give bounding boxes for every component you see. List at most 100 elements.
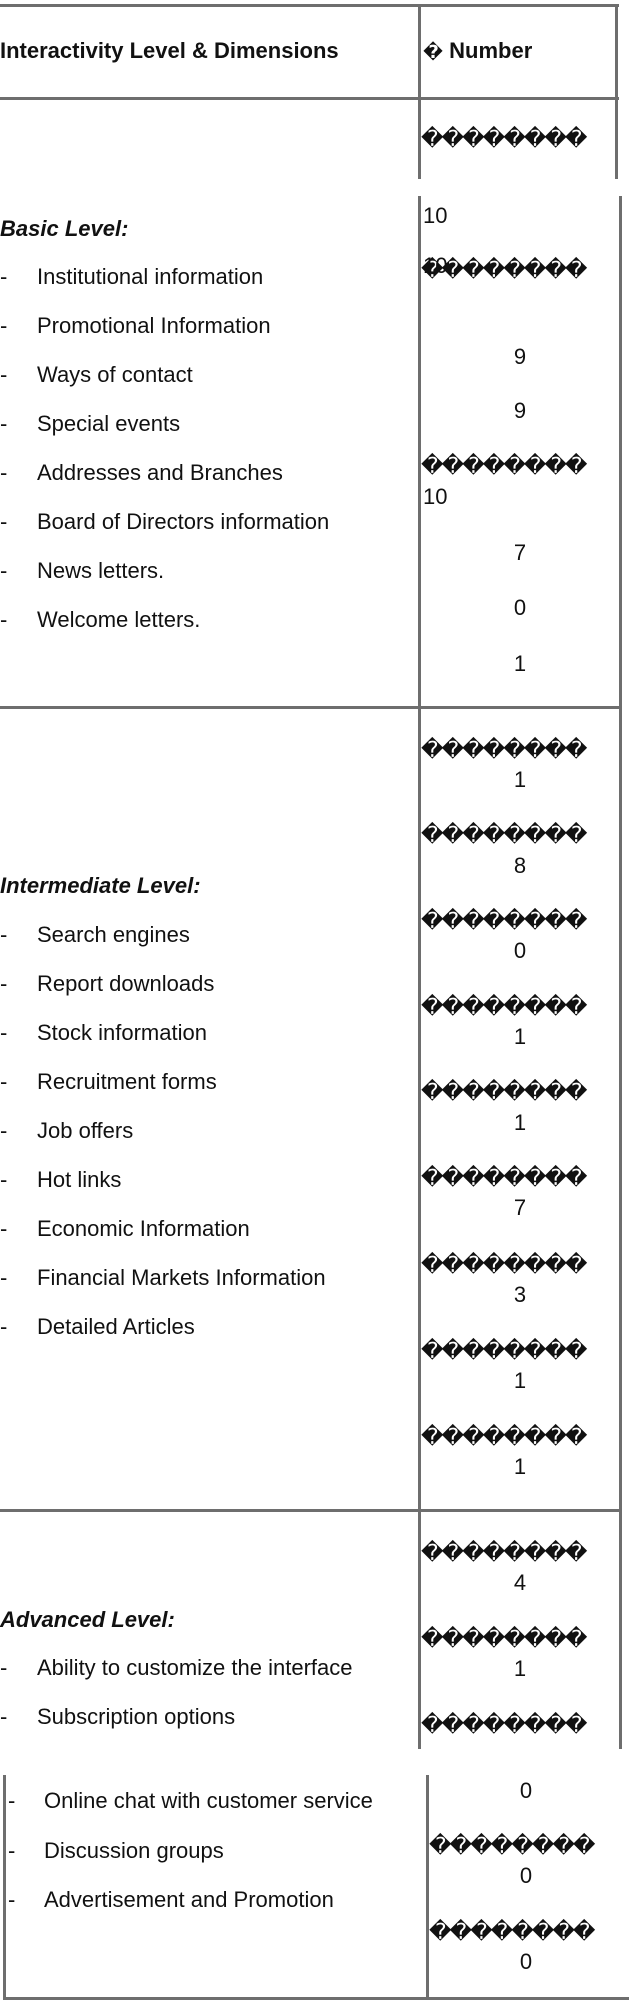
- garbled-text: ��������: [421, 995, 587, 1020]
- dash: -: [0, 460, 8, 485]
- number-value: 8: [513, 853, 527, 878]
- dash: -: [0, 1655, 8, 1680]
- section-divider: [0, 1509, 622, 1512]
- list-item: Job offers: [37, 1118, 134, 1143]
- section-divider: [0, 706, 622, 709]
- list-item: Report downloads: [37, 971, 215, 996]
- header-number-label: Number: [449, 38, 533, 63]
- header-row-border: [0, 97, 619, 100]
- column-divider: [426, 1775, 429, 2000]
- number-value: 4: [513, 1570, 527, 1595]
- number-value: 7: [513, 1195, 527, 1220]
- dash: -: [0, 607, 8, 632]
- garbled-text: ��������: [421, 1627, 587, 1652]
- list-item: Subscription options: [37, 1704, 236, 1729]
- number-value: 1: [513, 1110, 527, 1135]
- list-item: Board of Directors information: [37, 509, 330, 534]
- dash: -: [0, 1704, 8, 1729]
- garbled-text: ��������: [429, 1834, 595, 1859]
- dash: -: [0, 1314, 8, 1339]
- list-item: Advertisement and Promotion: [44, 1887, 334, 1912]
- list-item: Recruitment forms: [37, 1069, 217, 1094]
- number-value: 1: [513, 1024, 527, 1049]
- dash: -: [8, 1887, 16, 1912]
- dash: -: [8, 1838, 16, 1863]
- table-right-border: [619, 196, 622, 706]
- table-right-border: [619, 1509, 622, 1749]
- table-right-border: [615, 4, 618, 179]
- list-item: Financial Markets Information: [37, 1265, 326, 1290]
- garbled-text: ��������: [421, 1425, 587, 1450]
- garbled-text: ��������: [421, 738, 587, 763]
- replacement-char-icon: �: [423, 42, 444, 63]
- dash: -: [8, 1788, 16, 1813]
- number-value: 0: [519, 1778, 533, 1803]
- number-value: 9: [513, 344, 527, 369]
- table-right-border: [619, 706, 622, 1509]
- number-value: 10: [423, 253, 448, 278]
- garbled-text: ��������: [421, 823, 587, 848]
- list-item: Hot links: [37, 1167, 122, 1192]
- dash: -: [0, 313, 8, 338]
- number-value: 10: [423, 203, 448, 228]
- number-value: 1: [513, 1368, 527, 1393]
- garbled-text: ��������: [421, 127, 587, 152]
- garbled-text: ��������: [421, 1166, 587, 1191]
- list-item: Institutional information: [37, 264, 264, 289]
- garbled-text: ��������: [421, 1541, 587, 1566]
- dash: -: [0, 264, 8, 289]
- list-item: Online chat with customer service: [44, 1788, 373, 1813]
- garbled-text: ��������: [421, 909, 587, 934]
- list-item: Ways of contact: [37, 362, 193, 387]
- garbled-text: ��������: [421, 1253, 587, 1278]
- list-item: Addresses and Branches: [37, 460, 283, 485]
- number-value: 0: [513, 595, 527, 620]
- number-value: 0: [519, 1863, 533, 1888]
- list-item: News letters.: [37, 558, 165, 583]
- advanced-level-title: Advanced Level:: [0, 1607, 175, 1632]
- dash: -: [0, 411, 8, 436]
- list-item: Stock information: [37, 1020, 207, 1045]
- dash: -: [0, 971, 8, 996]
- table-bottom-border: [3, 1997, 629, 2000]
- basic-level-title: Basic Level:: [0, 216, 129, 241]
- number-value: 10: [423, 484, 448, 509]
- dash: -: [0, 1216, 8, 1241]
- dash: -: [0, 558, 8, 583]
- list-item: Promotional Information: [37, 313, 271, 338]
- dash: -: [0, 362, 8, 387]
- list-item: Special events: [37, 411, 181, 436]
- number-value: 7: [513, 540, 527, 565]
- dash: -: [0, 922, 8, 947]
- dash: -: [0, 1167, 8, 1192]
- number-value: 3: [513, 1282, 527, 1307]
- list-item: Discussion groups: [44, 1838, 224, 1863]
- number-value: 1: [513, 651, 527, 676]
- dash: -: [0, 1069, 8, 1094]
- list-item: Ability to customize the interface: [37, 1655, 353, 1680]
- garbled-text: ��������: [421, 1339, 587, 1364]
- dash: -: [0, 1265, 8, 1290]
- header-dimensions: Interactivity Level & Dimensions: [0, 38, 339, 63]
- number-value: 1: [513, 1656, 527, 1681]
- list-item: Welcome letters.: [37, 607, 201, 632]
- dash: -: [0, 1020, 8, 1045]
- header-number: � Number: [423, 38, 532, 66]
- number-value: 0: [513, 938, 527, 963]
- list-item: Economic Information: [37, 1216, 250, 1241]
- table-top-border: [0, 4, 619, 7]
- number-value: 1: [513, 1454, 527, 1479]
- number-value: 9: [513, 398, 527, 423]
- list-item: Search engines: [37, 922, 190, 947]
- garbled-text: ��������: [429, 1920, 595, 1945]
- list-item: Detailed Articles: [37, 1314, 195, 1339]
- garbled-text: ��������: [421, 1713, 587, 1738]
- dash: -: [0, 1118, 8, 1143]
- table-left-border: [3, 1775, 6, 2000]
- number-value: 1: [513, 767, 527, 792]
- number-value: 0: [519, 1949, 533, 1974]
- intermediate-level-title: Intermediate Level:: [0, 873, 201, 898]
- garbled-text: ��������: [421, 1080, 587, 1105]
- garbled-text: ��������: [421, 454, 587, 479]
- dash: -: [0, 509, 8, 534]
